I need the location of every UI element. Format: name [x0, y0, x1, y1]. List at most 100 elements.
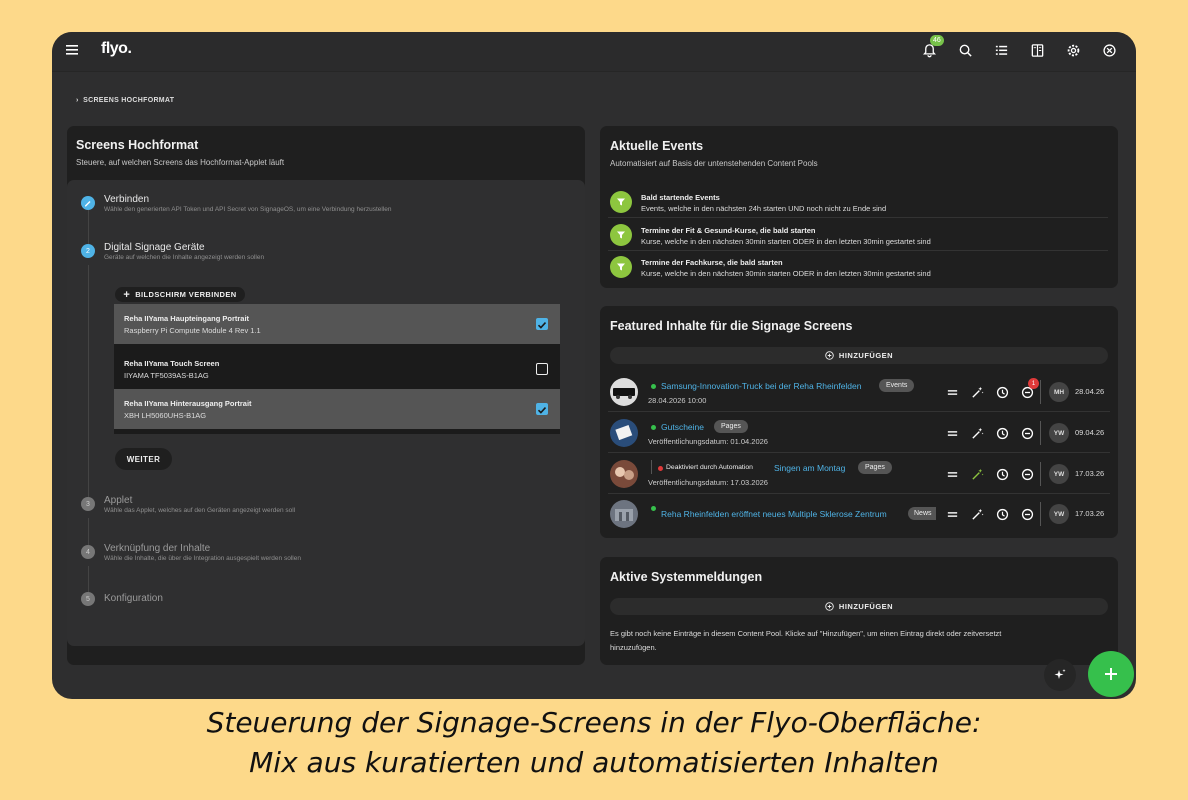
remove-circle-icon[interactable] — [1019, 466, 1035, 482]
content-type-tag: Pages — [714, 420, 748, 433]
drag-handle-icon[interactable] — [944, 466, 960, 482]
plus-circle-icon — [825, 602, 834, 611]
featured-item-title[interactable]: Samsung-Innovation-Truck bei der Reha Rh… — [661, 381, 862, 391]
step-done-icon — [81, 196, 95, 210]
event-pool-subtitle: Kurse, welche in den nächsten 30min star… — [641, 269, 931, 278]
card-subtitle: Automatisiert auf Basis der untenstehend… — [610, 159, 818, 168]
singing-thumbnail — [610, 460, 638, 488]
clock-icon[interactable] — [994, 384, 1010, 400]
search-icon[interactable] — [955, 40, 976, 61]
next-button[interactable]: WEITER — [115, 448, 172, 470]
checkbox-checked-icon[interactable] — [536, 318, 548, 330]
step-subtitle-2: Geräte auf welchen die Inhalte angezeigt… — [104, 254, 265, 261]
device-model: Raspberry Pi Compute Module 4 Rev 1.1 — [124, 326, 261, 335]
drag-handle-icon[interactable] — [944, 425, 960, 441]
step-number-3: 3 — [81, 497, 95, 511]
card-title: Screens Hochformat — [76, 138, 199, 152]
hamburger-menu-icon[interactable] — [66, 42, 80, 58]
center-thumbnail — [610, 500, 638, 528]
notification-count-badge: 46 — [930, 35, 944, 46]
plus-icon: + — [123, 288, 131, 301]
app-window: flyo. 46 › SCREENS HOCHFORMAT Screens Ho… — [52, 32, 1136, 699]
caption-line-1: Steuerung der Signage-Screens in der Fly… — [206, 706, 982, 739]
featured-item-title[interactable]: Singen am Montag — [774, 463, 845, 473]
featured-card: Featured Inhalte für die Signage Screens… — [600, 306, 1118, 538]
content-type-tag: Events — [879, 379, 915, 392]
truck-thumbnail — [610, 378, 638, 406]
content-type-tag: News — [908, 507, 936, 520]
drag-handle-icon[interactable] — [944, 506, 960, 522]
system-alerts-card: Aktive Systemmeldungen HINZUFÜGEN Es gib… — [600, 557, 1118, 665]
step-title-2[interactable]: Digital Signage Geräte — [104, 242, 205, 253]
event-pool-row[interactable]: Bald startende Events Events, welche in … — [608, 186, 1108, 218]
checkbox-unchecked-icon[interactable] — [536, 363, 548, 375]
card-subtitle: Steuere, auf welchen Screens das Hochfor… — [76, 158, 285, 167]
add-featured-button[interactable]: HINZUFÜGEN — [610, 347, 1108, 364]
device-row[interactable]: Reha IIYama Haupteingang Portrait Raspbe… — [114, 304, 560, 344]
automation-status-label: Deaktiviert durch Automation — [666, 464, 753, 471]
checkbox-checked-icon[interactable] — [536, 403, 548, 415]
bell-icon[interactable]: 46 — [919, 35, 944, 61]
step-title-5[interactable]: Konfiguration — [104, 593, 163, 604]
clock-icon[interactable] — [994, 425, 1010, 441]
event-pool-subtitle: Events, welche in den nächsten 24h start… — [641, 204, 887, 213]
event-pool-title: Termine der Fit & Gesund-Kurse, die bald… — [641, 226, 816, 235]
stepper: Verbinden Wähle den generierten API Toke… — [67, 180, 585, 646]
clock-icon[interactable] — [994, 506, 1010, 522]
book-icon[interactable] — [1027, 40, 1048, 61]
gear-icon[interactable] — [1063, 40, 1084, 61]
featured-item-date: Veröffentlichungsdatum: 17.03.2026 — [648, 478, 768, 487]
status-dot — [651, 506, 656, 511]
event-pool-row[interactable]: Termine der Fachkurse, die bald starten … — [608, 251, 1108, 283]
magic-wand-icon[interactable] — [969, 384, 985, 400]
magic-wand-icon[interactable] — [969, 466, 985, 482]
step-subtitle-3: Wähle das Applet, welches auf den Geräte… — [104, 507, 296, 514]
step-title-4[interactable]: Verknüpfung der Inhalte — [104, 543, 210, 554]
featured-item-row[interactable]: Gutscheine Pages Veröffentlichungsdatum:… — [608, 413, 1110, 453]
step-number-4: 4 — [81, 545, 95, 559]
featured-item-title[interactable]: Reha Rheinfelden eröffnet neues Multiple… — [661, 509, 887, 519]
breadcrumb[interactable]: › SCREENS HOCHFORMAT — [76, 97, 174, 104]
device-name: Reha IIYama Hinterausgang Portrait — [124, 399, 252, 408]
device-row[interactable]: Reha IIYama Hinterausgang Portrait XBH L… — [114, 389, 560, 429]
modified-date: 09.04.26 — [1075, 428, 1105, 437]
filter-icon — [610, 224, 632, 246]
close-circle-icon[interactable] — [1099, 40, 1120, 61]
remove-circle-icon[interactable] — [1019, 506, 1035, 522]
screens-card: Screens Hochformat Steuere, auf welchen … — [67, 126, 585, 665]
connect-screen-button[interactable]: + BILDSCHIRM VERBINDEN — [115, 287, 245, 302]
drag-handle-icon[interactable] — [944, 384, 960, 400]
magic-wand-icon[interactable] — [969, 425, 985, 441]
step-title-1[interactable]: Verbinden — [104, 194, 149, 205]
featured-item-row[interactable]: Reha Rheinfelden eröffnet neues Multiple… — [608, 494, 1110, 534]
remove-circle-icon[interactable]: 1 — [1019, 378, 1039, 400]
caption-line-2: Mix aus kuratierten und automatisierten … — [249, 746, 939, 779]
flyo-logo[interactable]: flyo. — [101, 40, 132, 58]
list-icon[interactable] — [991, 40, 1012, 61]
card-title: Aktive Systemmeldungen — [610, 570, 763, 584]
add-fab-button[interactable] — [1088, 651, 1134, 697]
add-alert-button[interactable]: HINZUFÜGEN — [610, 598, 1108, 615]
device-row[interactable]: Reha IIYama Touch Screen IIYAMA TF5039AS… — [114, 349, 560, 389]
top-bar: flyo. 46 — [52, 32, 1136, 72]
event-pool-title: Termine der Fachkurse, die bald starten — [641, 258, 783, 267]
breadcrumb-label: SCREENS HOCHFORMAT — [83, 97, 175, 104]
notification-badge: 1 — [1028, 378, 1039, 389]
event-pool-row[interactable]: Termine der Fit & Gesund-Kurse, die bald… — [608, 219, 1108, 251]
event-pool-title: Bald startende Events — [641, 193, 720, 202]
featured-item-row[interactable]: Samsung-Innovation-Truck bei der Reha Rh… — [608, 372, 1110, 412]
connect-screen-label: BILDSCHIRM VERBINDEN — [135, 290, 237, 299]
magic-wand-icon[interactable] — [969, 506, 985, 522]
add-label: HINZUFÜGEN — [838, 602, 894, 611]
featured-item-row[interactable]: Deaktiviert durch Automation Singen am M… — [608, 454, 1110, 494]
avatar: YW — [1049, 504, 1069, 524]
avatar: MH — [1049, 382, 1069, 402]
step-title-3[interactable]: Applet — [104, 495, 132, 506]
remove-circle-icon[interactable] — [1019, 425, 1035, 441]
avatar: YW — [1049, 464, 1069, 484]
clock-icon[interactable] — [994, 466, 1010, 482]
device-list: Reha IIYama Haupteingang Portrait Raspbe… — [114, 304, 560, 434]
featured-item-title[interactable]: Gutscheine — [661, 422, 704, 432]
ai-sparkle-button[interactable] — [1044, 659, 1076, 691]
event-pool-subtitle: Kurse, welche in den nächsten 30min star… — [641, 237, 931, 246]
